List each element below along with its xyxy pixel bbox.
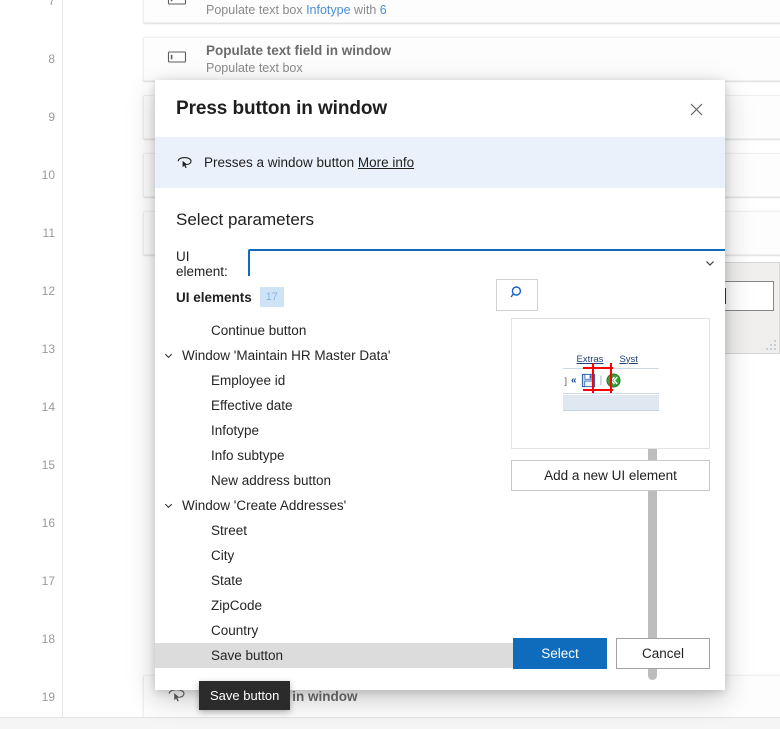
tree-item[interactable]: Info subtype (155, 443, 555, 468)
tree-item-label: City (211, 548, 235, 563)
press-button-icon (176, 154, 194, 172)
tree-item[interactable]: New address button (155, 468, 555, 493)
status-bar (0, 717, 780, 729)
tree-item[interactable]: Street (155, 518, 555, 543)
text-field-icon (166, 46, 192, 72)
dialog-title: Press button in window (176, 97, 388, 119)
row-number: 17 (41, 574, 55, 588)
banner-text: Presses a window button More info (204, 155, 414, 170)
tree-item-label: Street (211, 523, 248, 538)
resize-grip-icon[interactable] (762, 336, 776, 350)
cancel-button[interactable]: Cancel (616, 638, 710, 669)
search-button[interactable] (496, 279, 538, 311)
tree-item-label: Continue button (211, 323, 307, 338)
row-number: 8 (48, 52, 55, 66)
ui-element-preview: Extras Syst ] « | (511, 318, 710, 449)
ui-elements-count-badge: 17 (259, 287, 284, 307)
tooltip: Save button (199, 681, 291, 710)
dialog-body: Select parameters UI element: (155, 210, 725, 279)
ui-element-label: UI element: (176, 249, 228, 279)
tree-item[interactable]: Continue button (155, 318, 555, 343)
tree-item-label: State (211, 573, 243, 588)
flow-action-variable: Infotype (306, 2, 351, 17)
flow-action-subtitle: Populate text box Infotype with 6 (206, 2, 387, 17)
select-button[interactable]: Select (513, 638, 607, 669)
row-number: 15 (41, 458, 55, 472)
tree-item[interactable]: State (155, 568, 555, 593)
tree-item-label: Employee id (211, 373, 286, 388)
background-input-field (722, 281, 774, 311)
tree-item-label: ZipCode (211, 598, 263, 613)
row-number: 7 (48, 0, 55, 8)
chevron-down-icon[interactable] (704, 257, 718, 271)
row-number: 11 (42, 226, 55, 240)
flow-action-subtitle: Populate text box (206, 60, 303, 75)
row-number: 9 (48, 110, 55, 124)
tree-item[interactable]: ZipCode (155, 593, 555, 618)
preview-thumbnail: Extras Syst ] « | (562, 349, 659, 419)
tree-item-label: Window 'Create Addresses' (182, 498, 347, 513)
chevron-down-icon[interactable] (155, 500, 182, 511)
flow-action-text: Populate text field in window Populate te… (206, 43, 391, 76)
row-number: 14 (41, 400, 55, 414)
background-panel (718, 262, 780, 354)
row-number: 12 (41, 284, 55, 298)
preview-menubar: Extras Syst (577, 351, 659, 368)
more-info-link[interactable]: More info (358, 155, 414, 170)
info-banner: Presses a window button More info (155, 137, 725, 188)
text-field-icon (166, 0, 192, 14)
banner-description: Presses a window button (204, 155, 355, 170)
tree-item[interactable]: Employee id (155, 368, 555, 393)
add-new-ui-element-button[interactable]: Add a new UI element (511, 460, 710, 491)
preview-menu-extras: Extras (576, 353, 604, 365)
flow-row[interactable]: 7 Populate text field in windowPopulate t… (48, 0, 780, 30)
tree-item-label: Window 'Maintain HR Master Data' (182, 348, 391, 363)
search-icon (509, 285, 525, 305)
tree-item[interactable]: Window 'Maintain HR Master Data' (155, 343, 555, 368)
preview-menu-system: Syst (619, 353, 638, 365)
row-number: 13 (41, 342, 55, 356)
preview-strip-lower (562, 410, 659, 419)
tree-item[interactable]: Window 'Create Addresses' (155, 493, 555, 518)
row-number: 16 (41, 516, 55, 530)
tree-item[interactable]: City (155, 543, 555, 568)
preview-column: Extras Syst ] « | Add a new UI element (511, 318, 711, 491)
flow-action-title: Populate text field in window (206, 0, 391, 1)
dialog-header: Press button in window (155, 80, 725, 137)
close-icon[interactable] (681, 94, 711, 124)
tree-item-label: Infotype (211, 423, 260, 438)
tree-item[interactable]: Effective date (155, 393, 555, 418)
flow-action-text: Populate text field in windowPopulate te… (206, 0, 391, 18)
row-number: 18 (41, 632, 55, 646)
press-button-dialog: Press button in window Presses a window … (155, 80, 725, 690)
dialog-footer: Select Cancel (155, 620, 725, 690)
tree-item-label: New address button (211, 473, 332, 488)
flow-action-card[interactable]: Populate text field in window Populate te… (143, 37, 780, 81)
section-title: Select parameters (176, 210, 314, 229)
preview-strip (562, 394, 659, 411)
ui-element-combobox[interactable] (248, 249, 725, 279)
flow-action-card[interactable]: Populate text field in windowPopulate te… (143, 0, 780, 23)
tree-item-label: Effective date (211, 398, 293, 413)
row-number: 10 (41, 168, 55, 182)
tree-item-label: Info subtype (211, 448, 285, 463)
flow-action-title: Populate text field in window (206, 42, 392, 58)
ui-element-field-row: UI element: (176, 249, 725, 279)
green-back-icon (606, 373, 621, 388)
chevron-down-icon[interactable] (155, 350, 182, 361)
picker-title: UI elements (176, 289, 252, 305)
picker-header: UI elements 17 (155, 276, 725, 318)
tree-item[interactable]: Infotype (155, 418, 555, 443)
flow-action-value: 6 (379, 2, 387, 17)
